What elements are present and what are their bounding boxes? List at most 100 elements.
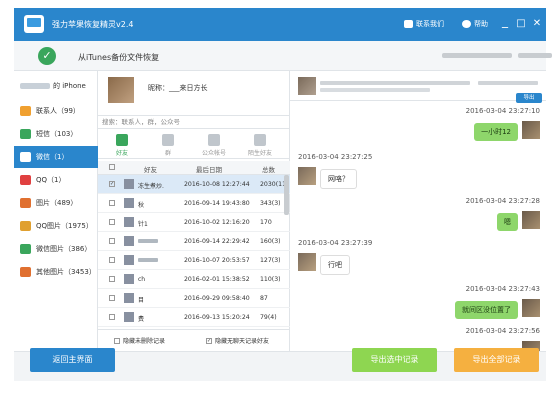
hide-deleted-option[interactable]: 隐藏未删除记录 <box>114 336 165 345</box>
table-row[interactable]: ✓ 冻生煮炒. 2016-10-08 12:27:44 2030(11) <box>98 175 290 194</box>
table-row[interactable]: 费 2016-09-13 15:20:24 79(4) <box>98 308 290 327</box>
avatar <box>124 312 134 322</box>
tab-label: 群 <box>164 150 171 157</box>
avatar <box>124 179 134 189</box>
sidebar-item-label: QQ（1） <box>36 176 66 184</box>
avatar <box>298 167 316 185</box>
hide-no-chat-checkbox[interactable]: ✓ <box>206 337 212 344</box>
avatar <box>522 121 540 139</box>
sidebar-item-wechat-photos[interactable]: 微信图片（386） <box>14 238 98 260</box>
table-row[interactable]: 2016-10-07 20:53:57 127(3) <box>98 251 290 270</box>
row-checkbox[interactable]: ✓ <box>109 181 115 187</box>
sidebar-item-photos[interactable]: 图片（489） <box>14 192 98 214</box>
avatar <box>124 293 134 303</box>
scrollbar[interactable] <box>284 175 289 215</box>
row-checkbox[interactable] <box>109 200 115 206</box>
sidebar-item-sms[interactable]: 短信（103） <box>14 123 98 145</box>
table-row[interactable]: 目 2016-09-29 09:58:40 87 <box>98 289 290 308</box>
select-all-checkbox[interactable] <box>109 164 115 172</box>
last-date: 2016-09-14 19:43:80 <box>184 200 250 207</box>
minimize-button[interactable]: _ <box>498 14 512 28</box>
maximize-button[interactable]: □ <box>514 18 528 29</box>
avatar <box>298 253 316 271</box>
close-button[interactable]: ✕ <box>530 18 544 29</box>
account-info-blurred <box>442 53 512 58</box>
export-selected-button[interactable]: 导出选中记录 <box>352 348 437 372</box>
sidebar-item-label: 微信图片（386） <box>36 245 92 253</box>
tab-label: 陌生好友 <box>247 150 272 157</box>
last-date: 2016-09-29 09:58:40 <box>184 295 250 302</box>
friend-name-blurred <box>138 258 158 262</box>
message-count: 170 <box>260 219 272 226</box>
app-logo-icon <box>24 15 44 33</box>
other-photos-icon <box>20 267 31 277</box>
header-text-blurred-3 <box>478 81 538 85</box>
col-last-date[interactable]: 最后日期 <box>196 164 222 174</box>
table-row[interactable]: 2016-09-14 22:29:42 160(3) <box>98 232 290 251</box>
avatar <box>108 77 134 103</box>
search-input[interactable]: 搜索：联系人，群，公众号 <box>98 115 290 129</box>
help-button[interactable]: 帮助 <box>462 19 488 29</box>
message-timestamp: 2016-03-04 23:27:28 <box>465 197 540 205</box>
row-checkbox[interactable] <box>109 314 115 320</box>
device-item[interactable]: 的 iPhone <box>14 75 98 97</box>
last-date: 2016-09-14 22:29:42 <box>184 238 250 245</box>
sidebar-item-qq[interactable]: QQ（1） <box>14 169 98 191</box>
message-timestamp: 2016-03-04 23:27:43 <box>465 285 540 293</box>
tab-group[interactable]: 群 <box>148 134 188 157</box>
table-row[interactable]: ch 2016-02-01 15:38:52 110(3) <box>98 270 290 289</box>
help-label: 帮助 <box>474 20 488 28</box>
chat-panel: 导出 2016-03-04 23:27:10 一小时12 2016-03-04 23… <box>290 71 546 359</box>
avatar <box>522 299 540 317</box>
hide-no-chat-option[interactable]: ✓ 隐藏无聊天记录好友 <box>206 336 269 345</box>
hide-no-chat-label: 隐藏无聊天记录好友 <box>215 338 270 345</box>
recovery-mode-label: 从iTunes备份文件恢复 <box>78 53 160 62</box>
contact-us-button[interactable]: 联系我们 <box>404 19 444 29</box>
table-header: 好友 最后日期 总数 <box>98 161 290 175</box>
friend-name: ch <box>138 276 146 283</box>
group-icon <box>162 134 174 146</box>
tab-label: 公众帐号 <box>201 150 226 157</box>
hide-deleted-checkbox[interactable] <box>114 337 120 344</box>
row-checkbox[interactable] <box>109 238 115 244</box>
contact-us-label: 联系我们 <box>416 20 444 28</box>
back-to-main-button[interactable]: 返回主界面 <box>30 348 115 372</box>
contacts-icon <box>20 106 31 116</box>
row-checkbox[interactable] <box>109 276 115 282</box>
sidebar-item-label: 联系人（99） <box>36 107 80 115</box>
sidebar-item-label: 图片（489） <box>36 199 78 207</box>
sidebar-item-contacts[interactable]: 联系人（99） <box>14 100 98 122</box>
hide-deleted-label: 隐藏未删除记录 <box>123 338 166 345</box>
sidebar-item-wechat[interactable]: 微信（1） <box>14 146 98 168</box>
col-friend[interactable]: 好友 <box>144 164 157 174</box>
contact-tabs: 好友 群 公众帐号 陌生好友 <box>98 131 290 163</box>
col-total[interactable]: 总数 <box>262 164 275 174</box>
chat-export-button[interactable]: 导出 <box>516 93 542 103</box>
table-row[interactable]: 秋 2016-09-14 19:43:80 343(3) <box>98 194 290 213</box>
row-checkbox[interactable] <box>109 257 115 263</box>
friend-name-blurred <box>138 239 158 243</box>
row-checkbox[interactable] <box>109 295 115 301</box>
tab-stranger[interactable]: 陌生好友 <box>240 134 280 157</box>
row-checkbox[interactable] <box>109 219 115 225</box>
message-bubble: 嗯 <box>497 213 518 231</box>
avatar <box>124 255 134 265</box>
message-count: 110(3) <box>260 276 281 283</box>
avatar <box>124 198 134 208</box>
friend-name: 费 <box>138 316 145 323</box>
table-row[interactable]: 针1 2016-10-02 12:16:20 170 <box>98 213 290 232</box>
wechat-icon <box>20 152 31 162</box>
last-date: 2016-10-07 20:53:57 <box>184 257 250 264</box>
sms-icon <box>20 129 31 139</box>
sidebar-item-qq-photos[interactable]: QQ图片（1975） <box>14 215 98 237</box>
stranger-icon <box>254 134 266 146</box>
message-bubble: 一小时12 <box>474 123 518 141</box>
last-date: 2016-10-08 12:27:44 <box>184 181 250 188</box>
sidebar-item-other-photos[interactable]: 其他图片（3453） <box>14 261 98 283</box>
qq-photos-icon <box>20 221 31 231</box>
export-all-button[interactable]: 导出全部记录 <box>454 348 539 372</box>
tab-official-account[interactable]: 公众帐号 <box>194 134 234 157</box>
message-bubble: 行吧 <box>320 255 350 275</box>
message-count: 127(3) <box>260 257 281 264</box>
tab-friend[interactable]: 好友 <box>102 134 142 163</box>
